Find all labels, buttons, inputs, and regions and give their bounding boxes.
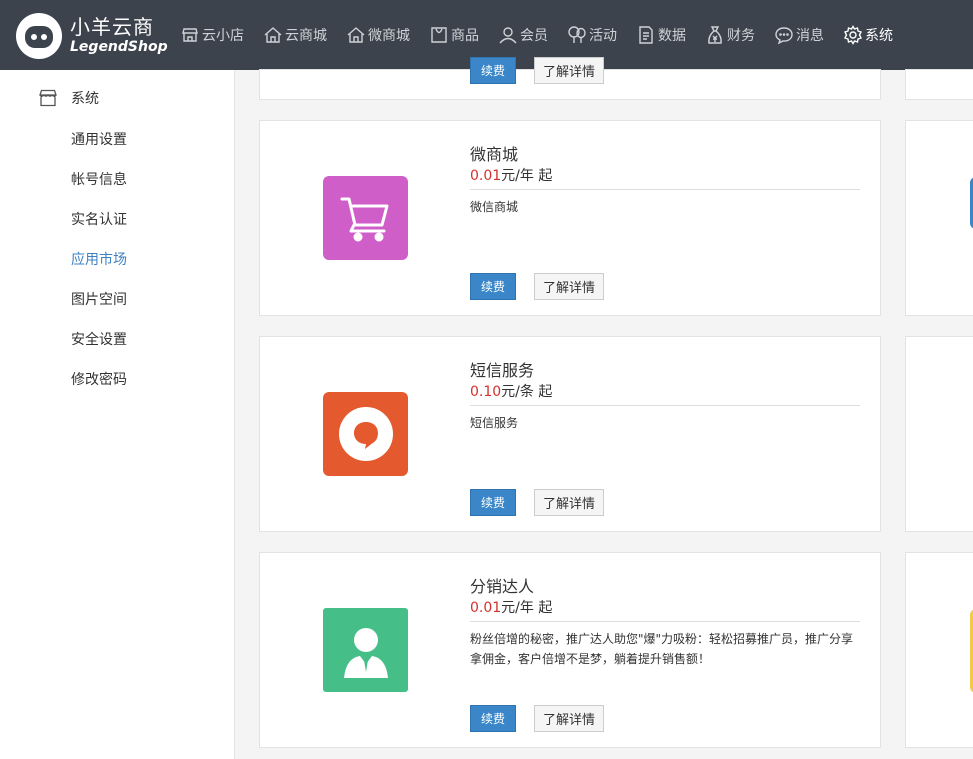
nav-label: 商品 [451,28,479,44]
detail-button[interactable]: 了解详情 [534,705,604,732]
app-description: 微信商城 [470,200,519,214]
detail-button[interactable]: 了解详情 [534,57,604,84]
chat-icon [775,27,793,45]
renew-button[interactable]: 续费 [470,489,516,516]
nav-label: 数据 [658,28,686,44]
sidebar-header: 系统 [38,88,99,108]
nav-item-yunshangcheng[interactable]: 云商城 [263,0,327,70]
home-outline-icon [347,27,365,43]
renew-button[interactable]: 续费 [470,273,516,300]
sidebar-item-app-market[interactable]: 应用市场 [71,249,127,269]
price-value: 0.01 [470,168,502,184]
nav-label: 微商城 [368,28,410,44]
nav-item-weishangcheng[interactable]: 微商城 [346,0,410,70]
price-unit: 元/条 起 [501,384,553,400]
renew-button[interactable]: 续费 [470,57,516,84]
sidebar-item-general-settings[interactable]: 通用设置 [71,129,127,149]
sheep-logo-icon [16,13,62,59]
sidebar-item-image-space[interactable]: 图片空间 [71,289,127,309]
app-card-partial: 续费 了解详情 [259,57,881,100]
divider [470,189,860,190]
bag-icon [431,27,447,43]
brand-name-en: LegendShop [70,39,168,56]
nav-item-xiaoxi[interactable]: 消息 [774,0,824,70]
nav-item-xitong[interactable]: 系统 [843,0,893,70]
nav-label: 系统 [865,28,893,44]
renew-button[interactable]: 续费 [470,705,516,732]
app-title: 短信服务 [470,361,535,380]
app-price: 0.01元/年 起 [470,165,552,185]
nav-label: 云小店 [202,28,244,44]
app-description: 粉丝倍增的秘密，推广达人助您"爆"力吸粉：轻松招募推广员，推广分享拿佣金，客户倍… [470,632,854,666]
sidebar-item-real-name[interactable]: 实名认证 [71,209,127,229]
divider [470,405,860,406]
divider [470,621,860,622]
app-card-right-2 [905,336,973,532]
sidebar-item-account-info[interactable]: 帐号信息 [71,169,127,189]
store-icon [182,28,198,42]
nav-item-shuju[interactable]: 数据 [636,0,686,70]
home-icon [264,27,282,43]
price-unit: 元/年 起 [501,600,553,616]
document-icon [639,26,653,44]
user-icon [499,27,517,44]
nav-label: 消息 [796,28,824,44]
nav-label: 活动 [589,28,617,44]
person-icon [323,608,408,692]
balloon-icon [568,26,586,43]
detail-button[interactable]: 了解详情 [534,273,604,300]
price-value: 0.10 [470,384,502,400]
nav-item-caiwu[interactable]: 财务 [705,0,755,70]
money-bag-icon [708,26,722,44]
nav-label: 云商城 [285,28,327,44]
detail-button[interactable]: 了解详情 [534,489,604,516]
chat-bubble-icon [323,392,408,476]
brand-logo[interactable]: 小羊云商 LegendShop [16,10,168,62]
shop-icon [39,89,57,107]
app-card-right-partial [905,69,973,100]
sidebar-item-security[interactable]: 安全设置 [71,329,127,349]
app-description: 短信服务 [470,416,519,430]
app-card-distribution: 分销达人 0.01元/年 起 粉丝倍增的秘密，推广达人助您"爆"力吸粉：轻松招募… [259,552,881,748]
price-value: 0.01 [470,600,502,616]
shopping-cart-icon [323,176,408,260]
nav-label: 财务 [727,28,755,44]
app-price: 0.01元/年 起 [470,597,552,617]
app-card-right-3 [905,552,973,748]
sidebar-header-label: 系统 [71,91,99,107]
nav-label: 会员 [520,28,548,44]
app-card-weishangcheng: 微商城 0.01元/年 起 微信商城 续费 了解详情 [259,120,881,316]
app-card-sms: 短信服务 0.10元/条 起 短信服务 续费 了解详情 [259,336,881,532]
sidebar-item-change-password[interactable]: 修改密码 [71,369,127,389]
brand-name-cn: 小羊云商 [70,15,154,40]
app-title: 分销达人 [470,577,535,596]
price-unit: 元/年 起 [501,168,553,184]
sidebar: 系统 通用设置 帐号信息 实名认证 应用市场 图片空间 安全设置 修改密码 [0,70,235,759]
app-card-right-1 [905,120,973,316]
app-price: 0.10元/条 起 [470,381,552,401]
app-title: 微商城 [470,145,519,164]
nav-item-yunxiaodian[interactable]: 云小店 [180,0,244,70]
gear-icon [844,25,862,45]
